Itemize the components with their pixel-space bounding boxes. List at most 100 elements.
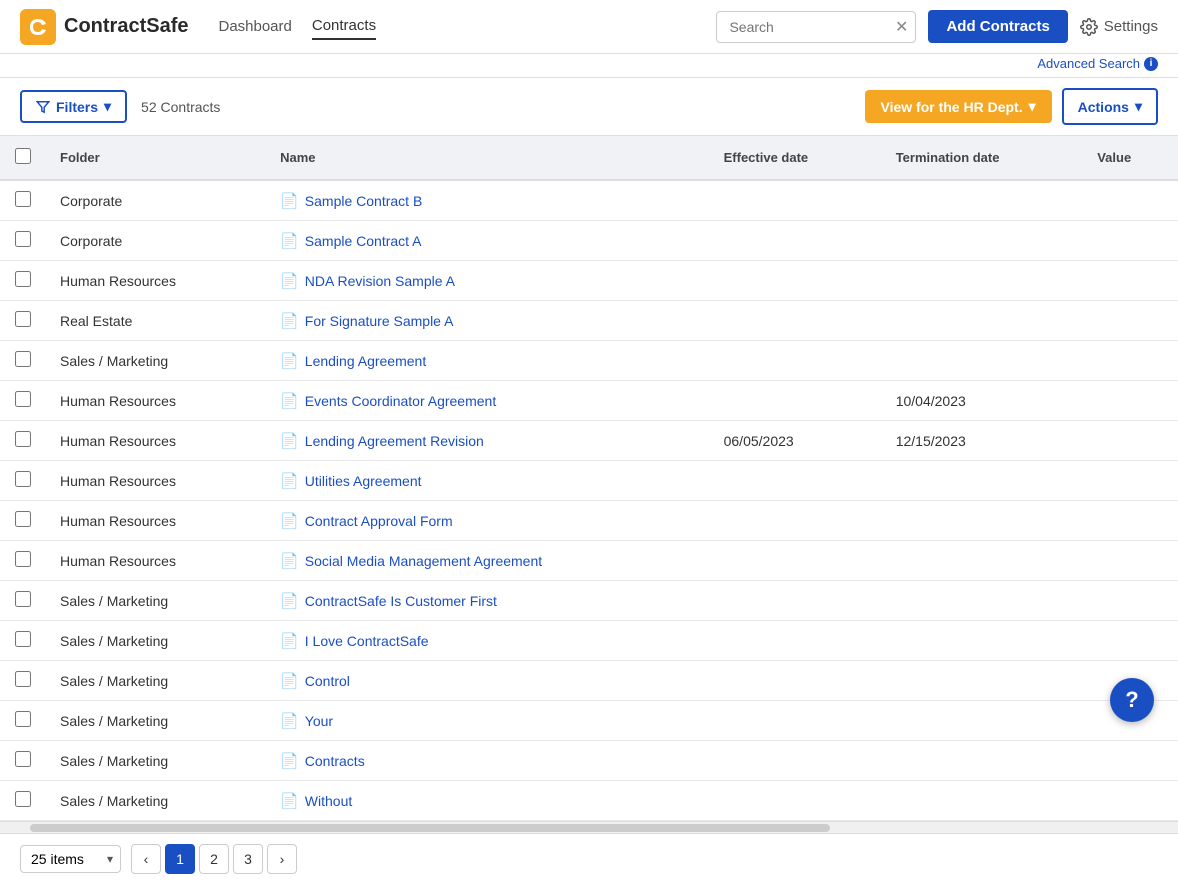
row-name-5[interactable]: 📄 Events Coordinator Agreement [266,381,710,421]
main-nav: Dashboard Contracts [218,13,376,40]
row-name-0[interactable]: 📄 Sample Contract B [266,180,710,221]
contract-link-6[interactable]: 📄 Lending Agreement Revision [280,432,696,450]
contract-link-14[interactable]: 📄 Contracts [280,752,696,770]
row-checkbox-7[interactable] [15,471,31,487]
contract-link-13[interactable]: 📄 Your [280,712,696,730]
row-checkbox-12[interactable] [15,671,31,687]
add-contracts-button[interactable]: Add Contracts [928,10,1067,43]
row-checkbox-3[interactable] [15,311,31,327]
row-name-8[interactable]: 📄 Contract Approval Form [266,501,710,541]
page-1-button[interactable]: 1 [165,844,195,874]
contract-link-3[interactable]: 📄 For Signature Sample A [280,312,696,330]
row-folder-9: Human Resources [46,541,266,581]
row-checkbox-10[interactable] [15,591,31,607]
contract-link-7[interactable]: 📄 Utilities Agreement [280,472,696,490]
row-checkbox-15[interactable] [15,791,31,807]
search-input[interactable] [716,11,916,43]
row-name-15[interactable]: 📄 Without [266,781,710,821]
contract-link-10[interactable]: 📄 ContractSafe Is Customer First [280,592,696,610]
row-checkbox-2[interactable] [15,271,31,287]
row-name-4[interactable]: 📄 Lending Agreement [266,341,710,381]
logo-text: ContractSafe [64,15,188,38]
page-3-button[interactable]: 3 [233,844,263,874]
view-hr-button[interactable]: View for the HR Dept. ▾ [865,90,1052,123]
row-checkbox-cell [0,421,46,461]
contract-link-5[interactable]: 📄 Events Coordinator Agreement [280,392,696,410]
row-name-3[interactable]: 📄 For Signature Sample A [266,301,710,341]
page-2-button[interactable]: 2 [199,844,229,874]
actions-chevron-icon: ▾ [1135,98,1142,115]
search-clear-button[interactable]: ✕ [895,17,908,37]
nav-dashboard[interactable]: Dashboard [218,14,291,39]
table-row: Sales / Marketing 📄 ContractSafe Is Cust… [0,581,1178,621]
doc-icon-5: 📄 [280,392,299,410]
row-folder-12: Sales / Marketing [46,661,266,701]
nav-contracts[interactable]: Contracts [312,13,376,40]
row-checkbox-9[interactable] [15,551,31,567]
filters-button[interactable]: Filters ▾ [20,90,127,123]
logo-link[interactable]: ContractSafe [20,9,188,45]
horizontal-scrollbar[interactable] [0,821,1178,833]
settings-button[interactable]: Settings [1080,18,1158,36]
row-name-6[interactable]: 📄 Lending Agreement Revision [266,421,710,461]
next-page-button[interactable]: › [267,844,297,874]
row-name-10[interactable]: 📄 ContractSafe Is Customer First [266,581,710,621]
row-termination-8 [882,501,1084,541]
actions-button[interactable]: Actions ▾ [1062,88,1158,125]
row-checkbox-0[interactable] [15,191,31,207]
row-checkbox-cell [0,261,46,301]
row-checkbox-cell [0,501,46,541]
select-all-checkbox[interactable] [15,148,31,164]
row-effective-6: 06/05/2023 [710,421,882,461]
doc-icon-8: 📄 [280,512,299,530]
row-checkbox-13[interactable] [15,711,31,727]
th-value: Value [1083,136,1178,180]
doc-icon-12: 📄 [280,672,299,690]
table-row: Human Resources 📄 Social Media Managemen… [0,541,1178,581]
help-button[interactable]: ? [1110,678,1154,722]
row-termination-7 [882,461,1084,501]
contract-link-9[interactable]: 📄 Social Media Management Agreement [280,552,696,570]
contract-link-2[interactable]: 📄 NDA Revision Sample A [280,272,696,290]
row-checkbox-11[interactable] [15,631,31,647]
row-name-1[interactable]: 📄 Sample Contract A [266,221,710,261]
table-row: Sales / Marketing 📄 Contracts [0,741,1178,781]
items-per-page-select[interactable]: 10 items 25 items 50 items 100 items [20,845,121,873]
doc-icon-9: 📄 [280,552,299,570]
contract-link-4[interactable]: 📄 Lending Agreement [280,352,696,370]
row-name-7[interactable]: 📄 Utilities Agreement [266,461,710,501]
row-folder-10: Sales / Marketing [46,581,266,621]
row-checkbox-1[interactable] [15,231,31,247]
contract-link-0[interactable]: 📄 Sample Contract B [280,192,696,210]
row-checkbox-14[interactable] [15,751,31,767]
row-checkbox-6[interactable] [15,431,31,447]
row-value-8 [1083,501,1178,541]
row-effective-11 [710,621,882,661]
row-name-2[interactable]: 📄 NDA Revision Sample A [266,261,710,301]
contract-link-11[interactable]: 📄 I Love ContractSafe [280,632,696,650]
th-folder: Folder [46,136,266,180]
row-folder-7: Human Resources [46,461,266,501]
advanced-search-link[interactable]: Advanced Search i [1037,56,1158,71]
row-checkbox-cell [0,301,46,341]
contract-link-15[interactable]: 📄 Without [280,792,696,810]
row-name-13[interactable]: 📄 Your [266,701,710,741]
prev-page-button[interactable]: ‹ [131,844,161,874]
contract-link-1[interactable]: 📄 Sample Contract A [280,232,696,250]
row-folder-14: Sales / Marketing [46,741,266,781]
row-name-14[interactable]: 📄 Contracts [266,741,710,781]
row-checkbox-4[interactable] [15,351,31,367]
row-termination-9 [882,541,1084,581]
doc-icon-14: 📄 [280,752,299,770]
contract-link-12[interactable]: 📄 Control [280,672,696,690]
row-folder-13: Sales / Marketing [46,701,266,741]
table-row: Sales / Marketing 📄 Control [0,661,1178,701]
row-checkbox-8[interactable] [15,511,31,527]
contract-link-8[interactable]: 📄 Contract Approval Form [280,512,696,530]
row-folder-4: Sales / Marketing [46,341,266,381]
row-checkbox-5[interactable] [15,391,31,407]
row-value-2 [1083,261,1178,301]
row-name-12[interactable]: 📄 Control [266,661,710,701]
row-name-9[interactable]: 📄 Social Media Management Agreement [266,541,710,581]
row-name-11[interactable]: 📄 I Love ContractSafe [266,621,710,661]
